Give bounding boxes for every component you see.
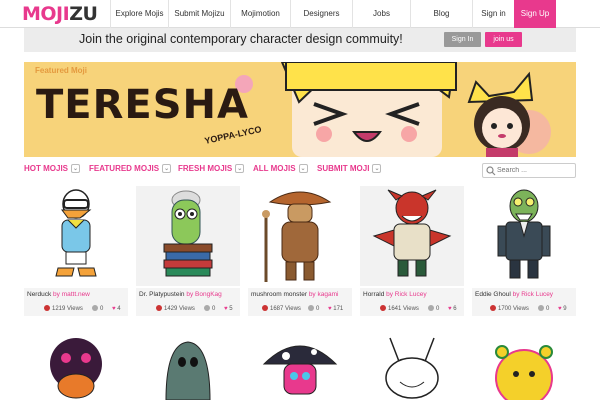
- like-count: 5: [229, 306, 233, 312]
- moji-title[interactable]: Nerduck: [27, 291, 51, 298]
- top-nav: MOJIZU Explore Mojis Submit Mojizu Mojim…: [0, 0, 600, 28]
- comment-icon: [204, 305, 210, 311]
- moji-caption: Eddie Ghoul by Rick Lucey: [472, 288, 576, 302]
- moji-author[interactable]: by Rick Lucey: [386, 291, 426, 298]
- moji-title[interactable]: mushroom monster: [251, 291, 307, 298]
- join-message: Join the original contemporary character…: [79, 32, 403, 46]
- moji-caption: Dr. Platypustein by BongKag: [136, 288, 240, 302]
- chevron-down-icon: ⌄: [235, 164, 245, 174]
- views-icon: [44, 305, 50, 311]
- search-box: [482, 163, 576, 178]
- nav-jobs[interactable]: Jobs: [352, 0, 410, 28]
- moji-stats: 1687 Views 0 ♥ 171: [248, 302, 352, 316]
- tab-submit-moji[interactable]: SUBMIT MOJI ⌄: [317, 164, 382, 174]
- nav-submit-mojizu[interactable]: Submit Mojizu: [168, 0, 230, 28]
- moji-image-nerduck[interactable]: [24, 186, 128, 286]
- views-icon: [490, 305, 496, 311]
- like-count: 6: [453, 306, 457, 312]
- chevron-down-icon: ⌄: [71, 164, 81, 174]
- views-icon: [156, 305, 162, 311]
- moji-caption: mushroom monster by kagami: [248, 288, 352, 302]
- moji-image-row2-3[interactable]: [248, 334, 352, 400]
- tab-hot-mojis[interactable]: HOT MOJIS ⌄: [24, 164, 81, 174]
- join-sign-in-button[interactable]: Sign In: [444, 32, 481, 47]
- comment-icon: [538, 305, 544, 311]
- nav-sign-up-button[interactable]: Sign Up: [514, 0, 556, 28]
- moji-image-row2-1[interactable]: [24, 334, 128, 400]
- moji-title[interactable]: Eddie Ghoul: [475, 291, 511, 298]
- nav-explore-mojis[interactable]: Explore Mojis: [110, 0, 168, 28]
- heart-icon[interactable]: ♥: [224, 306, 228, 312]
- join-banner: Join the original contemporary character…: [24, 28, 576, 52]
- like-count: 171: [333, 306, 344, 312]
- views-icon: [380, 305, 386, 311]
- moji-image-row2-5[interactable]: [472, 334, 576, 400]
- moji-stats: 1641 Views 0 ♥ 6: [360, 302, 464, 316]
- chevron-down-icon: ⌄: [298, 164, 308, 174]
- moji-title[interactable]: Dr. Platypustein: [139, 291, 185, 298]
- comment-icon: [92, 305, 98, 311]
- moji-stats: 1700 Views 0 ♥ 9: [472, 302, 576, 316]
- featured-title: TERESHA: [36, 82, 249, 128]
- moji-image-dr-platypustein[interactable]: [136, 186, 240, 286]
- moji-author[interactable]: by mattt.new: [53, 291, 90, 298]
- heart-icon[interactable]: ♥: [448, 306, 452, 312]
- views-count: 1429 Views: [164, 306, 195, 312]
- views-count: 1219 Views: [52, 306, 83, 312]
- heart-icon[interactable]: ♥: [112, 306, 116, 312]
- moji-author[interactable]: by BongKag: [186, 291, 221, 298]
- comment-count: 0: [212, 306, 216, 312]
- search-icon[interactable]: [486, 166, 496, 176]
- chevron-down-icon: ⌄: [372, 164, 382, 174]
- moji-image-row2-2[interactable]: [136, 334, 240, 400]
- moji-image-row2-4[interactable]: [360, 334, 464, 400]
- featured-moji-banner[interactable]: Featured Moji TERESHA YOPPA-LYCO: [24, 62, 576, 157]
- tab-featured-mojis[interactable]: FEATURED MOJIS ⌄: [89, 164, 172, 174]
- like-count: 9: [563, 306, 567, 312]
- nav-sign-in[interactable]: Sign in: [472, 0, 514, 28]
- comment-icon: [428, 305, 434, 311]
- search-input[interactable]: [497, 165, 573, 176]
- views-count: 1700 Views: [498, 306, 529, 312]
- moji-stats: 1429 Views 0 ♥ 5: [136, 302, 240, 316]
- comment-count: 0: [316, 306, 320, 312]
- like-count: 4: [117, 306, 121, 312]
- moji-caption: Nerduck by mattt.new: [24, 288, 128, 302]
- chevron-down-icon: ⌄: [162, 164, 172, 174]
- comment-count: 0: [546, 306, 550, 312]
- views-icon: [262, 305, 268, 311]
- mojizu-logo[interactable]: MOJIZU: [22, 3, 98, 25]
- nav-designers[interactable]: Designers: [290, 0, 352, 28]
- tab-all-mojis[interactable]: ALL MOJIS ⌄: [253, 164, 308, 174]
- moji-author[interactable]: by kagami: [309, 291, 339, 298]
- moji-image-mushroom-monster[interactable]: [248, 186, 352, 286]
- featured-moji-label: Featured Moji: [35, 66, 88, 75]
- views-count: 1687 Views: [270, 306, 301, 312]
- moji-author[interactable]: by Rick Lucey: [513, 291, 553, 298]
- heart-icon[interactable]: ♥: [328, 306, 332, 312]
- comment-count: 0: [436, 306, 440, 312]
- nav-blog[interactable]: Blog: [410, 0, 472, 28]
- moji-image-horrald[interactable]: [360, 186, 464, 286]
- moji-title[interactable]: Horrald: [363, 291, 384, 298]
- heart-icon[interactable]: ♥: [558, 306, 562, 312]
- moji-caption: Horrald by Rick Lucey: [360, 288, 464, 302]
- nav-mojimotion[interactable]: Mojimotion: [230, 0, 290, 28]
- moji-stats: 1219 Views 0 ♥ 4: [24, 302, 128, 316]
- join-us-button[interactable]: join us: [485, 32, 522, 47]
- moji-image-eddie-ghoul[interactable]: [472, 186, 576, 286]
- tab-fresh-mojis[interactable]: FRESH MOJIS ⌄: [178, 164, 245, 174]
- comment-icon: [308, 305, 314, 311]
- comment-count: 0: [100, 306, 104, 312]
- views-count: 1641 Views: [388, 306, 419, 312]
